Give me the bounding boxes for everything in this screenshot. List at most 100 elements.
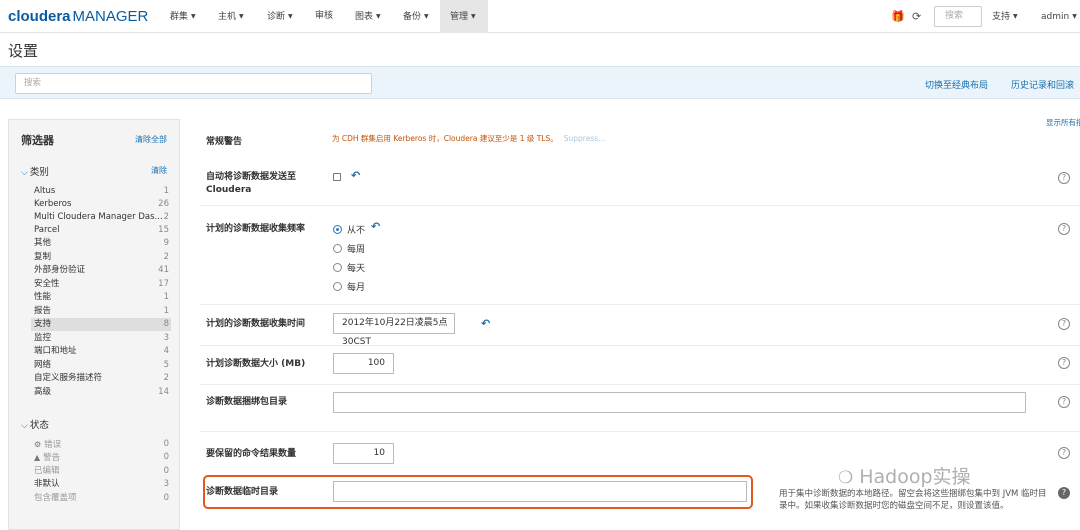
- category-item-multi-cm[interactable]: Multi Cloudera Manager Das... 2: [31, 211, 171, 224]
- category-item-performance[interactable]: 性能 1: [31, 291, 171, 304]
- category-item-other[interactable]: 其他 9: [31, 237, 171, 250]
- cloudera-manager-logo[interactable]: cloudera MANAGER: [8, 8, 148, 25]
- status-count: 0: [163, 452, 169, 462]
- status-item-error[interactable]: ⚙ 错误 0: [31, 438, 171, 451]
- category-label: 安全性: [34, 279, 60, 289]
- watermark-text: Hadoop实操: [859, 466, 971, 488]
- clear-category-link[interactable]: 清除: [151, 165, 167, 176]
- row-divider: [200, 205, 1080, 206]
- frequency-option-label: 每周: [347, 245, 366, 255]
- category-count: 17: [158, 279, 169, 289]
- temp-directory-label: 诊断数据临时目录: [206, 487, 279, 497]
- settings-search-input[interactable]: 搜索: [15, 73, 372, 94]
- category-count: 26: [158, 199, 169, 209]
- undo-icon[interactable]: ↶: [481, 317, 490, 330]
- category-label: Parcel: [34, 225, 60, 235]
- frequency-radio-monthly[interactable]: [333, 282, 342, 291]
- status-item-overrides[interactable]: 包含覆盖项 0: [31, 492, 171, 505]
- undo-icon[interactable]: ↶: [371, 220, 380, 233]
- nav-menu-label: 审核: [315, 11, 334, 21]
- auto-send-checkbox[interactable]: [333, 173, 341, 181]
- status-section-toggle[interactable]: ⌵ 状态: [21, 417, 49, 431]
- nav-menu-administration[interactable]: 管理 ▼: [440, 0, 488, 33]
- nav-search-input[interactable]: 搜索: [934, 6, 982, 27]
- nav-menu-diagnostics[interactable]: 诊断 ▼: [261, 0, 299, 33]
- chevron-down-icon: ⌵: [21, 421, 28, 431]
- category-item-network[interactable]: 网络 5: [31, 359, 171, 372]
- suppress-link[interactable]: Suppress...: [564, 134, 606, 143]
- help-icon[interactable]: ?: [1058, 172, 1070, 184]
- status-count: 3: [163, 479, 169, 489]
- status-item-edited[interactable]: 已编辑 0: [31, 465, 171, 478]
- category-section-toggle[interactable]: ⌵ 类别: [21, 164, 49, 178]
- category-label: 监控: [34, 333, 52, 343]
- nav-menu-charts[interactable]: 图表 ▼: [349, 0, 387, 33]
- nav-menu-label: 图表: [355, 12, 374, 22]
- status-label: 已编辑: [34, 466, 60, 476]
- help-icon[interactable]: ?: [1058, 318, 1070, 330]
- bundle-directory-label: 诊断数据捆绑包目录: [206, 397, 288, 407]
- nav-menu-audits[interactable]: 审核: [309, 0, 339, 33]
- collection-time-label: 计划的诊断数据收集时间: [206, 319, 306, 329]
- category-item-altus[interactable]: Altus 1: [31, 185, 171, 198]
- category-item-advanced[interactable]: 高级 14: [31, 386, 171, 399]
- filter-sidebar: 筛选器 清除全部 ⌵ 类别 清除 Altus 1 Kerberos 26 Multi …: [8, 119, 180, 530]
- category-item-parcel[interactable]: Parcel 15: [31, 224, 171, 237]
- error-icon: ⚙: [34, 440, 42, 449]
- nav-menu-user[interactable]: admin ▼: [1035, 0, 1080, 33]
- data-size-input[interactable]: 100: [333, 353, 394, 374]
- help-icon[interactable]: ?: [1058, 487, 1070, 499]
- category-count: 3: [163, 333, 169, 343]
- caret-down-icon: ▼: [288, 13, 293, 20]
- frequency-option-label: 每月: [347, 283, 366, 293]
- frequency-radio-never[interactable]: [333, 225, 342, 234]
- row-divider: [200, 431, 1080, 432]
- category-count: 41: [158, 265, 169, 275]
- temp-directory-input[interactable]: [333, 481, 747, 502]
- status-title: 状态: [29, 420, 49, 431]
- category-item-ports[interactable]: 端口和地址 4: [31, 345, 171, 358]
- category-label: 高级: [34, 387, 52, 397]
- row-divider: [200, 345, 1080, 346]
- caret-down-icon: ▼: [376, 13, 381, 20]
- frequency-radio-daily[interactable]: [333, 263, 342, 272]
- undo-icon[interactable]: ↶: [351, 169, 360, 182]
- parcel-gift-icon[interactable]: 🎁: [891, 10, 905, 23]
- help-icon[interactable]: ?: [1058, 357, 1070, 369]
- command-results-label: 要保留的命令结果数量: [206, 449, 297, 459]
- page-title: 设置: [8, 42, 39, 60]
- category-item-support[interactable]: 支持 8: [31, 318, 171, 331]
- category-count: 1: [163, 306, 169, 316]
- bundle-directory-input[interactable]: [333, 392, 1026, 413]
- history-rollback-link[interactable]: 历史记录和回滚: [1011, 78, 1074, 91]
- help-icon[interactable]: ?: [1058, 447, 1070, 459]
- frequency-option-label: 每天: [347, 264, 366, 274]
- category-item-kerberos[interactable]: Kerberos 26: [31, 198, 171, 211]
- clear-all-filters-link[interactable]: 清除全部: [135, 134, 167, 145]
- frequency-radio-weekly[interactable]: [333, 244, 342, 253]
- switch-classic-layout-link[interactable]: 切换至经典布局: [925, 78, 988, 91]
- nav-menu-backup[interactable]: 备份 ▼: [397, 0, 435, 33]
- category-label: 支持: [34, 319, 52, 329]
- collection-time-input[interactable]: 2012年10月22日凌晨5点30CST: [333, 313, 455, 347]
- category-item-external-auth[interactable]: 外部身份验证 41: [31, 264, 171, 277]
- filter-title: 筛选器: [21, 134, 54, 147]
- category-item-custom-service[interactable]: 自定义服务描述符 2: [31, 372, 171, 385]
- status-item-non-default[interactable]: 非默认 3: [31, 478, 171, 491]
- category-item-security[interactable]: 安全性 17: [31, 278, 171, 291]
- category-item-reports[interactable]: 报告 1: [31, 305, 171, 318]
- command-results-input[interactable]: 10: [333, 443, 394, 464]
- show-all-descriptions-link[interactable]: 显示所有描述: [1046, 117, 1080, 128]
- nav-menu-hosts[interactable]: 主机 ▼: [212, 0, 250, 33]
- category-item-monitoring[interactable]: 监控 3: [31, 332, 171, 345]
- status-item-warning[interactable]: ▲ 警告 0: [31, 451, 171, 464]
- category-item-replication[interactable]: 复制 2: [31, 251, 171, 264]
- help-icon[interactable]: ?: [1058, 396, 1070, 408]
- nav-menu-label: 支持: [992, 12, 1011, 22]
- nav-menu-clusters[interactable]: 群集 ▼: [164, 0, 202, 33]
- running-commands-icon[interactable]: ⟳: [912, 10, 921, 23]
- help-icon[interactable]: ?: [1058, 223, 1070, 235]
- nav-menu-support[interactable]: 支持 ▼: [986, 0, 1024, 33]
- category-count: 1: [163, 186, 169, 196]
- category-count: 9: [163, 238, 169, 248]
